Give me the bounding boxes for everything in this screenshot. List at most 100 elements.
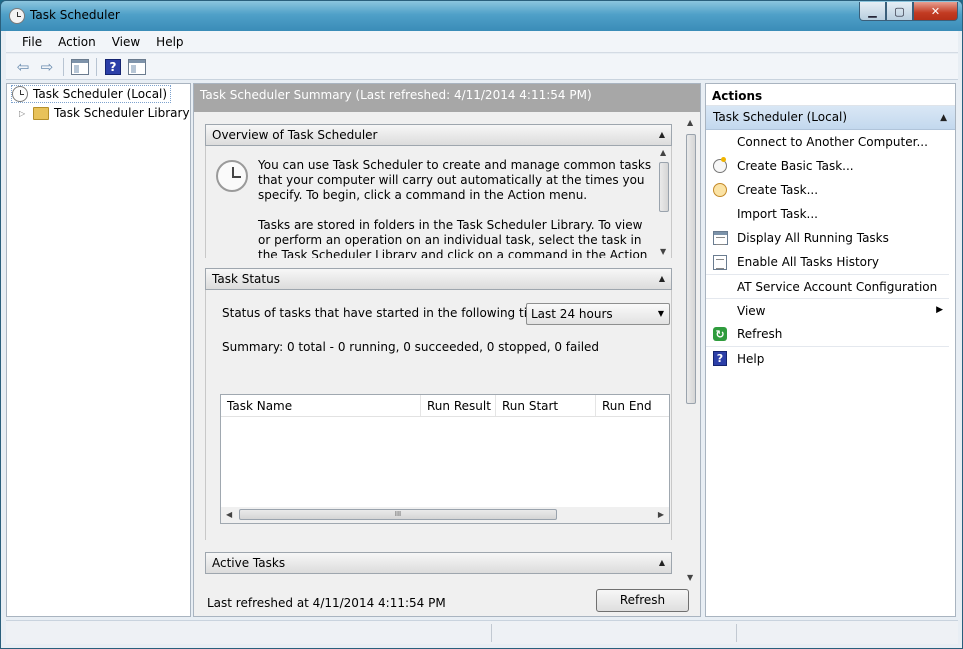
overview-section: Overview of Task Scheduler ▲ You can use… [205,124,672,258]
scroll-thumb[interactable] [686,134,696,404]
summary-header: Task Scheduler Summary (Last refreshed: … [194,84,700,112]
close-button[interactable]: ✕ [913,2,958,21]
action-label: Create Task... [737,183,819,197]
menu-bar: File Action View Help [6,31,958,53]
wizard-icon [712,157,728,174]
status-summary: Summary: 0 total - 0 running, 0 succeede… [222,340,600,354]
clock-icon [12,86,28,102]
time-period-value: Last 24 hours [531,307,613,321]
scroll-up-icon[interactable]: ▲ [687,118,693,127]
column-header-run-start[interactable]: Run Start [496,395,596,416]
action-label: Import Task... [737,207,818,221]
toolbar: ⇦ ⇨ ? [6,54,958,80]
action-import-task[interactable]: Import Task... [706,202,955,226]
history-icon [712,254,728,270]
maximize-button[interactable]: ▢ [886,2,913,21]
action-label: Display All Running Tasks [737,231,889,245]
action-connect-to-another-computer[interactable]: Connect to Another Computer... [706,130,955,154]
back-arrow-icon[interactable]: ⇦ [12,57,34,77]
refresh-button[interactable]: Refresh [596,589,689,612]
collapse-arrow-icon[interactable]: ▲ [659,274,665,283]
blank-icon [712,279,728,295]
forward-arrow-icon[interactable]: ⇨ [36,57,58,77]
scroll-up-icon[interactable]: ▲ [660,148,666,157]
action-label: Enable All Tasks History [737,255,880,269]
help-button[interactable]: ? [102,57,124,77]
show-hide-console-tree-button[interactable] [69,57,91,77]
tree-item-task-scheduler-library[interactable]: ▷ Task Scheduler Library [17,104,190,122]
action-label: Connect to Another Computer... [737,135,928,149]
menu-view[interactable]: View [104,35,148,49]
task-status-body: Status of tasks that have started in the… [205,290,672,540]
chevron-down-icon: ▼ [657,309,664,318]
tree-item-label: Task Scheduler Library [54,106,190,120]
table-header: Task Name Run Result Run Start Run End [221,395,669,417]
action-label: Refresh [737,327,783,341]
column-header-run-end[interactable]: Run End [596,395,669,416]
overview-title: Overview of Task Scheduler [212,128,378,142]
column-header-run-result[interactable]: Run Result [421,395,496,416]
active-tasks-section-header[interactable]: Active Tasks ▲ [205,552,672,574]
scroll-down-icon[interactable]: ▼ [660,247,666,256]
refresh-arrow-icon: ↻ [713,327,727,341]
action-create-task[interactable]: Create Task... [706,178,955,202]
task-list-icon [712,231,728,245]
actions-title: Actions [706,84,955,106]
collapse-arrow-icon[interactable]: ▲ [659,130,665,139]
action-view[interactable]: View ▶ [706,298,949,322]
task-status-title: Task Status [212,272,280,286]
active-tasks-section: Active Tasks ▲ [205,552,672,588]
time-period-dropdown[interactable]: Last 24 hours ▼ [526,303,670,325]
action-help[interactable]: ? Help [706,346,949,370]
action-label: Help [737,351,765,366]
tree-item-label: Task Scheduler (Local) [33,87,168,101]
menu-action[interactable]: Action [50,35,104,49]
menu-file[interactable]: File [14,35,50,49]
task-scheduler-clock-icon [216,160,248,192]
show-hide-action-pane-button[interactable] [126,57,148,77]
scroll-right-icon[interactable]: ▶ [658,510,664,519]
action-pane-icon [128,58,146,75]
create-task-icon [713,183,727,197]
summary-pane: Task Scheduler Summary (Last refreshed: … [193,83,701,617]
tree-item-task-scheduler-local[interactable]: Task Scheduler (Local) [11,85,172,103]
scroll-thumb[interactable] [659,162,669,212]
summary-body: Overview of Task Scheduler ▲ You can use… [194,112,700,588]
expand-arrow-icon[interactable]: ▷ [19,109,29,118]
blank-icon [712,303,728,319]
minimize-button[interactable]: ▁ [859,2,886,21]
overview-text: You can use Task Scheduler to create and… [258,158,653,258]
action-refresh[interactable]: ↻ Refresh [706,322,955,346]
scroll-down-icon[interactable]: ▼ [687,573,693,582]
task-status-section-header[interactable]: Task Status ▲ [205,268,672,290]
collapse-arrow-icon[interactable]: ▲ [659,558,665,567]
scroll-thumb[interactable]: III [239,509,557,520]
status-bar [6,620,958,644]
overview-paragraph: Tasks are stored in folders in the Task … [258,218,648,258]
console-tree: Task Scheduler (Local) ▷ Task Scheduler … [6,83,191,617]
action-at-service-account-configuration[interactable]: AT Service Account Configuration [706,274,949,298]
action-display-all-running-tasks[interactable]: Display All Running Tasks [706,226,955,250]
task-scheduler-window: Task Scheduler ▁ ▢ ✕ File Action View He… [0,0,963,649]
summary-vertical-scrollbar[interactable]: ▲ ▼ [684,116,698,584]
actions-pane: Actions Task Scheduler (Local) ▲ Connect… [705,83,956,617]
toolbar-separator [63,57,64,76]
actions-group-task-scheduler-local[interactable]: Task Scheduler (Local) ▲ [706,106,955,130]
task-status-table: Task Name Run Result Run Start Run End ◀… [220,394,670,524]
help-icon: ? [712,351,728,367]
folder-clock-icon [33,106,49,120]
overview-section-header[interactable]: Overview of Task Scheduler ▲ [205,124,672,146]
action-label: AT Service Account Configuration [737,279,938,294]
table-horizontal-scrollbar[interactable]: ◀ III ▶ [221,507,669,523]
overview-body: You can use Task Scheduler to create and… [205,146,672,258]
status-period-label: Status of tasks that have started in the… [222,306,562,320]
create-basic-task-icon [713,157,727,173]
column-header-task-name[interactable]: Task Name [221,395,421,416]
action-enable-all-tasks-history[interactable]: Enable All Tasks History [706,250,955,274]
menu-help[interactable]: Help [148,35,191,49]
overview-scrollbar[interactable]: ▲ ▼ [657,146,671,258]
action-create-basic-task[interactable]: Create Basic Task... [706,154,955,178]
title-bar[interactable]: Task Scheduler ▁ ▢ ✕ [1,1,962,31]
collapse-arrow-icon[interactable]: ▲ [940,113,947,123]
scroll-left-icon[interactable]: ◀ [226,510,232,519]
